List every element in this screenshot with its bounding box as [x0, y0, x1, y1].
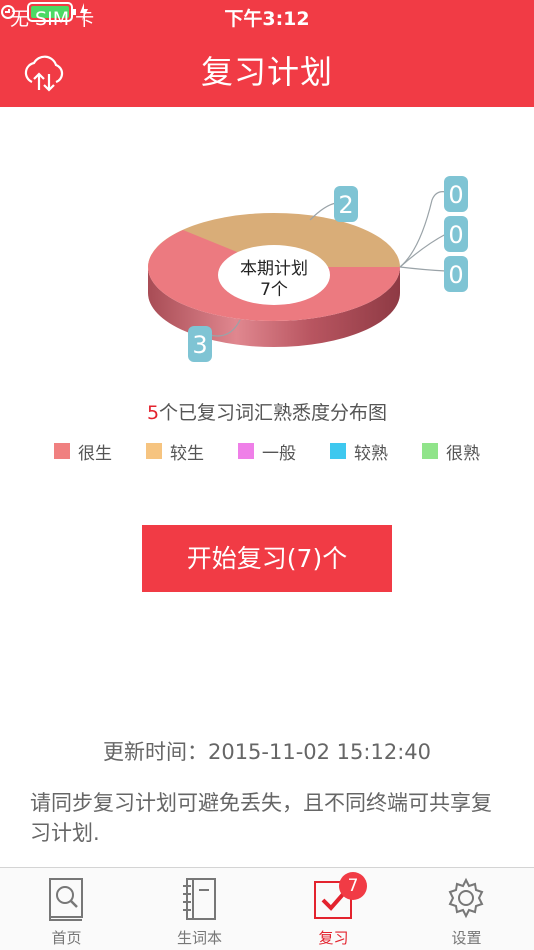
- reviewed-count: 5: [146, 402, 160, 424]
- legend-item: 较熟: [330, 438, 388, 464]
- legend-swatch: [146, 443, 162, 459]
- review-count-badge: 7: [339, 872, 367, 900]
- tab-settings[interactable]: 设置: [400, 868, 533, 950]
- familiarity-pie-chart: 本期计划 7个 2 0 0 0 3: [148, 176, 468, 362]
- label-bubble-very-familiar: 0: [444, 256, 468, 292]
- tab-label: 首页: [51, 929, 82, 947]
- center-label-line1: 本期计划: [240, 259, 308, 279]
- tab-home[interactable]: 首页: [0, 868, 133, 950]
- svg-text:0: 0: [448, 261, 463, 289]
- legend-item: 很熟: [422, 438, 480, 464]
- sync-note: 请同步复习计划可避免丢失，且不同终端可共享复习计划.: [30, 791, 492, 845]
- tab-review[interactable]: 7 复习: [267, 868, 400, 950]
- label-bubble-familiar: 0: [444, 216, 468, 252]
- legend-swatch: [330, 443, 346, 459]
- svg-text:3: 3: [192, 331, 207, 359]
- legend-swatch: [54, 443, 70, 459]
- update-time: 更新时间：2015-11-02 15:12:40: [102, 740, 432, 764]
- label-bubble-unfamiliar: 2: [334, 186, 358, 222]
- svg-text:0: 0: [448, 221, 463, 249]
- page-title: 复习计划: [200, 53, 333, 91]
- legend-item: 一般: [238, 438, 296, 464]
- start-review-button[interactable]: 开始复习(7)个: [142, 525, 392, 592]
- notebook-icon: [183, 878, 216, 920]
- center-label-line2: 7个: [260, 280, 288, 300]
- legend-item: 很生: [54, 438, 112, 464]
- legend-swatch: [422, 443, 438, 459]
- tab-label: 生词本: [176, 929, 222, 947]
- legend-swatch: [238, 443, 254, 459]
- chart-caption-text: 个已复习词汇熟悉度分布图: [159, 402, 388, 424]
- label-bubble-very-unfamiliar: 3: [188, 326, 212, 362]
- svg-text:0: 0: [448, 181, 463, 209]
- top-bar: 无 SIM 卡 下午3:12 复习计划: [0, 0, 534, 107]
- gear-icon: [448, 877, 484, 919]
- book-search-icon: [49, 878, 83, 921]
- tab-bar: 首页 生词本 7 复习 设置: [0, 867, 534, 950]
- tab-label: 复习: [318, 929, 349, 947]
- status-time: 下午3:12: [224, 8, 310, 30]
- legend-item: 较生: [146, 438, 204, 464]
- chart-caption: 5个已复习词汇熟悉度分布图: [0, 398, 534, 425]
- tab-label: 设置: [451, 929, 482, 947]
- chart-legend: 很生 较生 一般 较熟 很熟: [0, 438, 534, 464]
- tab-wordbook[interactable]: 生词本: [133, 868, 266, 950]
- label-bubble-normal: 0: [444, 176, 468, 212]
- svg-text:2: 2: [338, 191, 353, 219]
